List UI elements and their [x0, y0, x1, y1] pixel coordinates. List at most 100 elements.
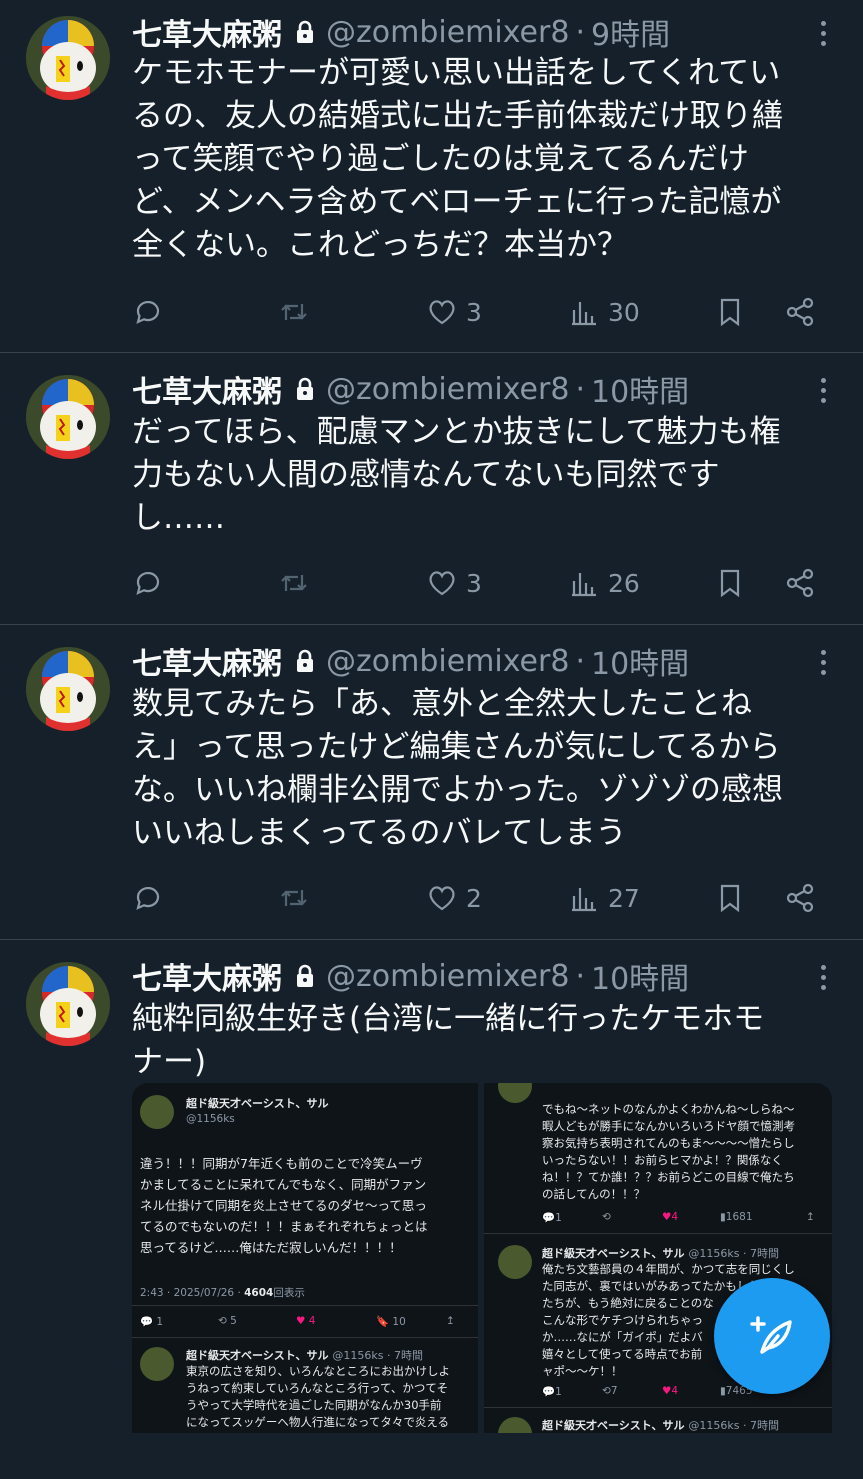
- embedded-retweet-count: 7: [610, 1385, 618, 1397]
- embedded-reply-name: 超ド級天才ベーシスト、サル: [542, 1247, 685, 1260]
- view-count: 26: [608, 568, 640, 598]
- compose-icon: [750, 1316, 792, 1354]
- bookmark-icon: [720, 298, 740, 327]
- handle[interactable]: @zombiemixer8: [326, 372, 569, 407]
- retweet-button[interactable]: [278, 878, 310, 918]
- bookmark-button[interactable]: [714, 563, 746, 603]
- lock-icon: [297, 20, 313, 43]
- reply-button[interactable]: [132, 563, 164, 603]
- embedded-like: ♥4: [662, 1211, 679, 1223]
- separator-dot: ·: [575, 958, 585, 994]
- share-button[interactable]: [784, 878, 816, 918]
- embedded-reply: 💬1: [542, 1386, 562, 1398]
- separator-dot: ·: [575, 371, 585, 407]
- tweet[interactable]: 七草大麻粥 @zombiemixer8 · 10時間 だってほら、配慮マンとか抜…: [0, 353, 863, 625]
- divider: [132, 1337, 478, 1338]
- tweet[interactable]: 七草大麻粥 @zombiemixer8 · 9時間 ケモホモナーが可愛い思い出話…: [0, 0, 863, 353]
- embedded-retweet-count: 5: [230, 1315, 237, 1327]
- embedded-reply-count: 1: [555, 1386, 562, 1398]
- views-icon: [572, 888, 596, 912]
- embedded-reply: 💬1: [542, 1212, 562, 1224]
- views-button[interactable]: 30: [568, 292, 640, 332]
- avatar[interactable]: [26, 16, 110, 100]
- like-button[interactable]: 3: [426, 292, 482, 332]
- handle[interactable]: @zombiemixer8: [326, 959, 569, 994]
- embedded-handle: @1156ks: [186, 1113, 235, 1125]
- divider: [132, 1305, 478, 1306]
- embedded-display-name: 超ド級天才ベーシスト、サル @1156ks · 7時間: [186, 1347, 423, 1363]
- tweet-header: 七草大麻粥 @zombiemixer8 · 9時間: [132, 10, 670, 54]
- like-icon: [429, 300, 455, 325]
- handle[interactable]: @zombiemixer8: [326, 644, 569, 679]
- embedded-display-name: 超ド級天才ベーシスト、サル: [186, 1097, 329, 1110]
- tweet-text: 純粋同級生好き(台湾に一緒に行ったケモホモ ナー): [132, 1001, 765, 1080]
- embedded-action-bar: 💬1 ⟲ ♥4 ▮1681 ↥: [542, 1211, 830, 1224]
- separator-dot: ·: [575, 643, 585, 679]
- avatar[interactable]: [26, 647, 110, 731]
- embedded-view-count: 4604: [244, 1287, 274, 1299]
- action-bar: 2 27: [132, 878, 832, 918]
- like-button[interactable]: 3: [426, 563, 482, 603]
- timestamp[interactable]: 9時間: [591, 10, 670, 54]
- reply-button[interactable]: [132, 292, 164, 332]
- tweet-text: だってほら、配慮マンとか抜きにして魅力も権 力もない人間の感情なんてないも同然で…: [132, 414, 781, 536]
- more-icon[interactable]: [813, 645, 833, 679]
- like-icon: [429, 886, 455, 911]
- bookmark-button[interactable]: [714, 292, 746, 332]
- more-icon[interactable]: [813, 373, 833, 407]
- reply-icon: [136, 300, 160, 324]
- retweet-button[interactable]: [278, 563, 310, 603]
- embedded-views: ▮1681: [720, 1211, 753, 1223]
- embedded-like-count: 4: [308, 1315, 316, 1327]
- more-icon[interactable]: [813, 16, 833, 50]
- embedded-reply-handle: @1156ks · 7時間: [688, 1247, 779, 1260]
- lock-icon: [297, 964, 313, 987]
- embedded-meta: 2:43 · 2025/07/26 · 4604回表示: [140, 1285, 305, 1300]
- embedded-tweet-text: 違う！！！同期が7年近くも前のことで冷笑ムーヴ かましてることに呆れてんでもなく…: [140, 1156, 428, 1255]
- media-image-left[interactable]: 超ド級天才ベーシスト、サル @1156ks 違う！！！同期が7年近くも前のことで…: [132, 1083, 478, 1433]
- retweet-icon: [281, 890, 307, 906]
- views-icon: [572, 573, 596, 597]
- avatar[interactable]: [26, 962, 110, 1046]
- avatar[interactable]: [26, 375, 110, 459]
- views-button[interactable]: 27: [568, 878, 640, 918]
- display-name[interactable]: 七草大麻粥: [132, 10, 282, 54]
- display-name[interactable]: 七草大麻粥: [132, 639, 282, 683]
- tweet-header: 七草大麻粥 @zombiemixer8 · 10時間: [132, 367, 689, 411]
- embedded-like: ♥4: [662, 1385, 679, 1397]
- display-name[interactable]: 七草大麻粥: [132, 367, 282, 411]
- like-count: 3: [466, 568, 482, 598]
- embedded-like-count: 4: [671, 1385, 679, 1397]
- view-count: 27: [608, 883, 640, 913]
- embedded-reply-count: 1: [156, 1316, 164, 1328]
- tweet-text: ケモホモナーが可愛い思い出話をしてくれてい るの、友人の結婚式に出た手前体裁だけ…: [132, 55, 783, 263]
- retweet-button[interactable]: [278, 292, 310, 332]
- embedded-view-count: 1681: [725, 1211, 753, 1223]
- avatar: [498, 1083, 532, 1103]
- tweet[interactable]: 七草大麻粥 @zombiemixer8 · 10時間 数見てみたら「あ、意外と全…: [0, 625, 863, 940]
- like-button[interactable]: 2: [426, 878, 482, 918]
- embedded-view-label: 回表示: [273, 1287, 305, 1299]
- more-icon[interactable]: [813, 960, 833, 994]
- view-count: 30: [608, 297, 640, 327]
- embedded-retweet: ⟲: [602, 1211, 611, 1223]
- timestamp[interactable]: 10時間: [591, 954, 689, 998]
- display-name[interactable]: 七草大麻粥: [132, 954, 282, 998]
- reply-button[interactable]: [132, 878, 164, 918]
- embedded-like-count: 4: [671, 1211, 679, 1223]
- share-button[interactable]: [784, 563, 816, 603]
- views-button[interactable]: 26: [568, 563, 640, 603]
- compose-button[interactable]: [714, 1278, 830, 1394]
- embedded-tweet-text: 東京の広さを知り、いろんなところにお出かけしよ うねって約束していろんなところ行…: [186, 1364, 451, 1429]
- timestamp[interactable]: 10時間: [591, 639, 689, 683]
- share-icon: [786, 568, 814, 598]
- handle[interactable]: @zombiemixer8: [326, 15, 569, 50]
- timestamp[interactable]: 10時間: [591, 367, 689, 411]
- embedded-display-name: 超ド級天才ベーシスト、サル @1156ks · 7時間: [542, 1245, 779, 1261]
- bookmark-button[interactable]: [714, 878, 746, 918]
- share-button[interactable]: [784, 292, 816, 332]
- embedded-reply-name: 超ド級天才ベーシスト、サル: [186, 1349, 329, 1362]
- retweet-icon: [281, 304, 307, 320]
- views-icon: [572, 302, 596, 326]
- like-count: 3: [466, 297, 482, 327]
